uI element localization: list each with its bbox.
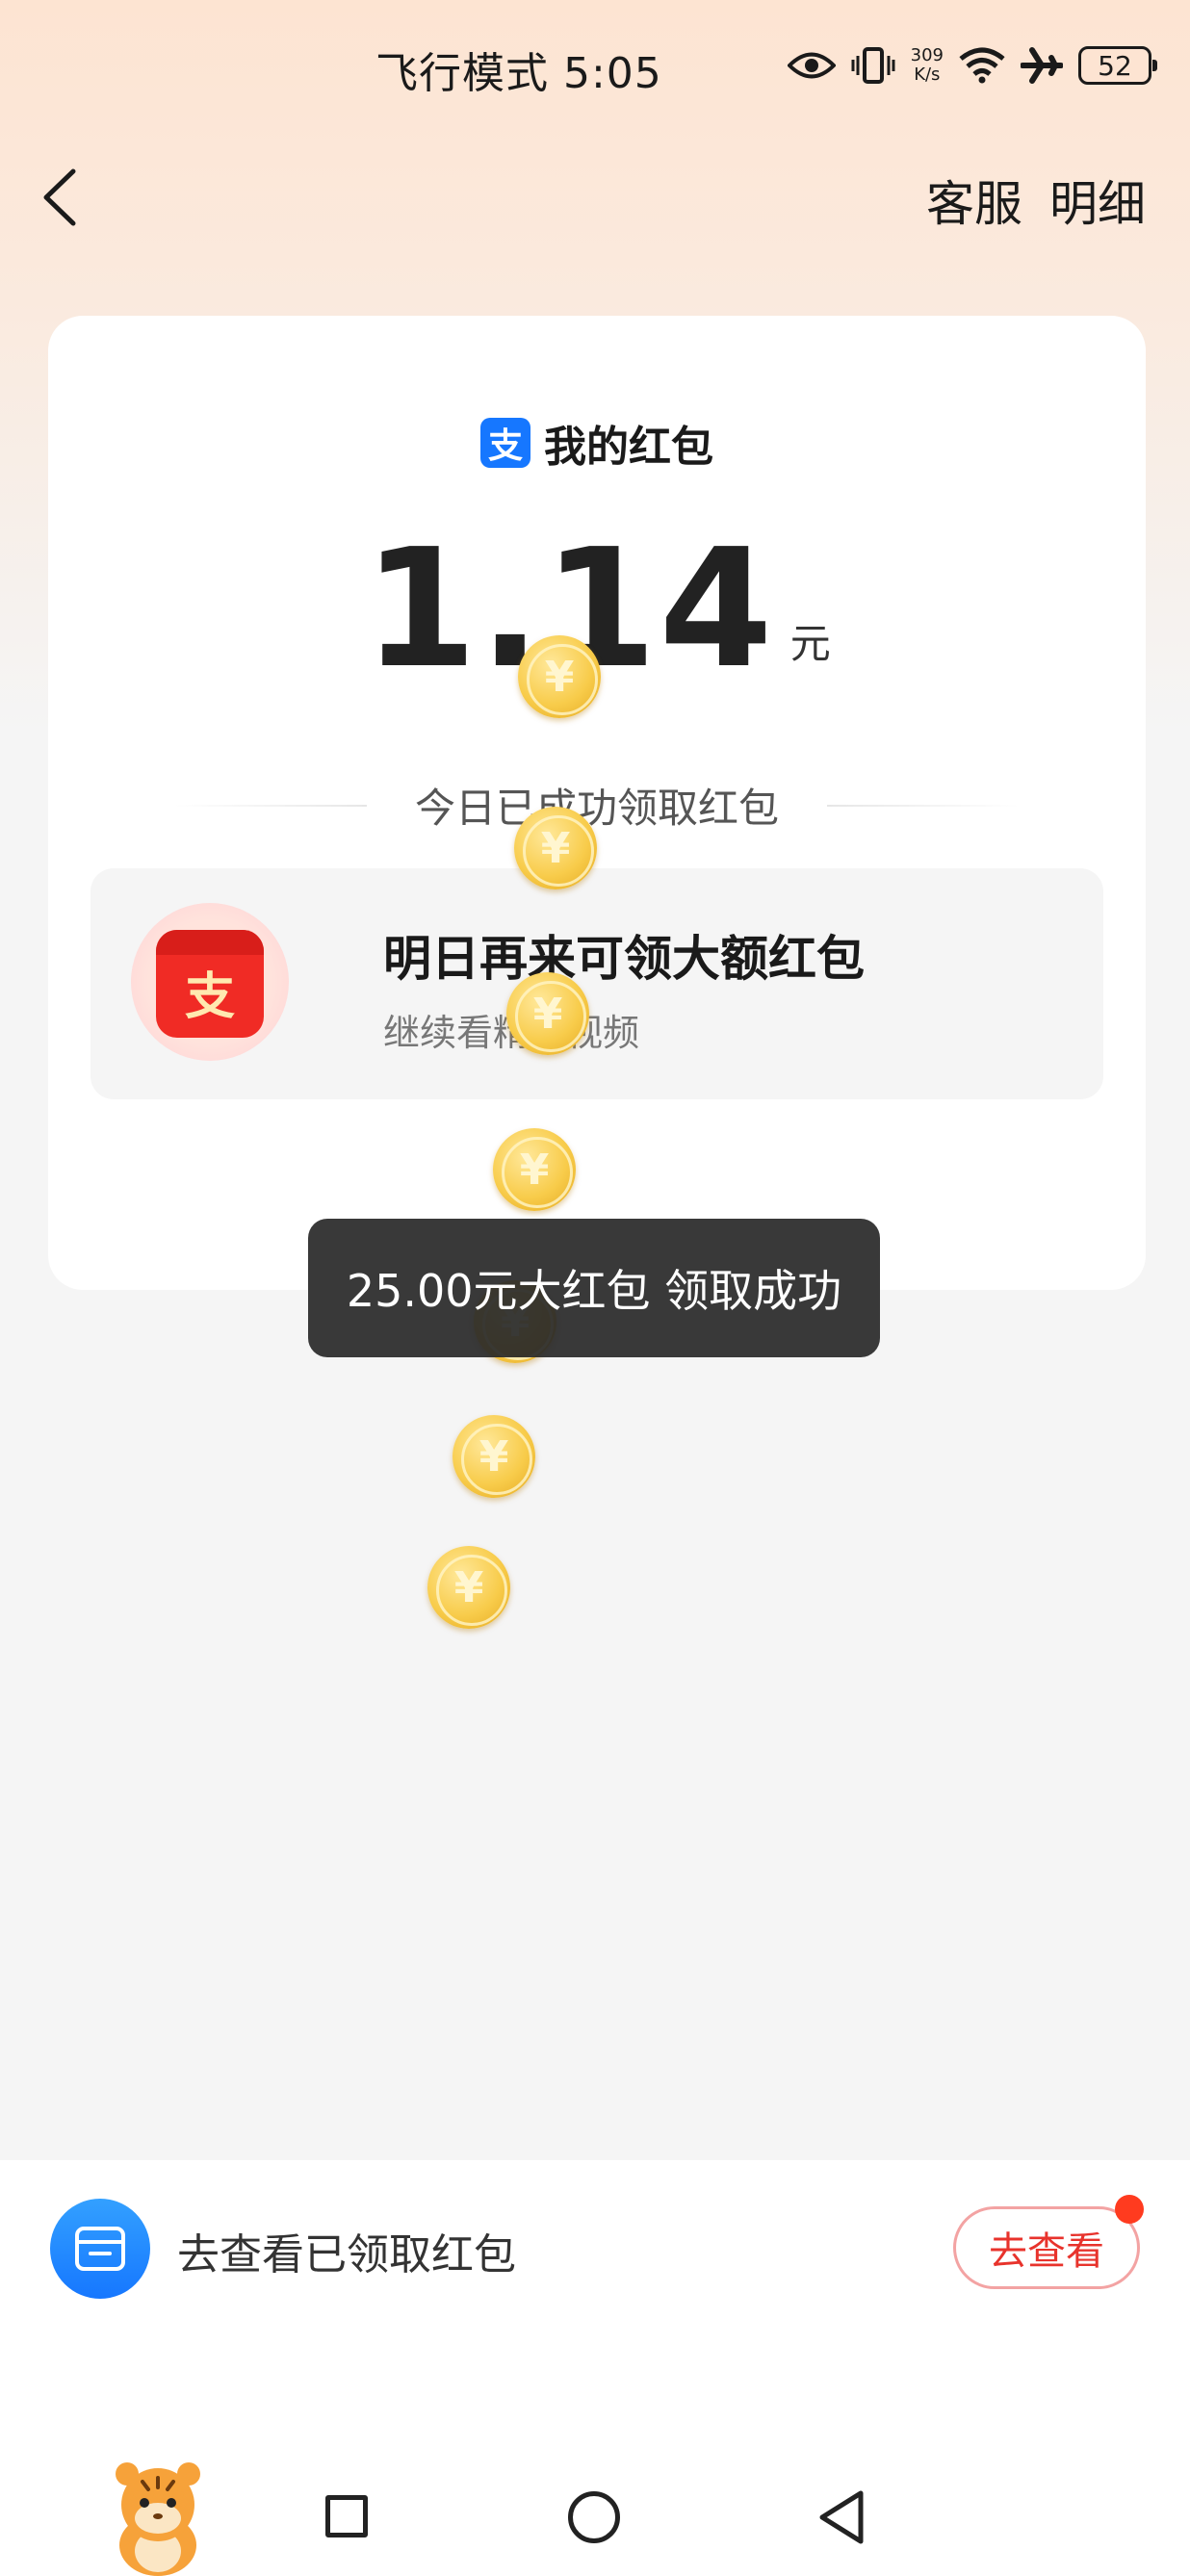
net-speed-value: 309 [910, 45, 944, 65]
home-button[interactable] [568, 2491, 620, 2543]
battery-icon: 52 [1078, 46, 1157, 85]
coin-icon: ¥ [506, 972, 589, 1055]
eye-icon [787, 49, 836, 82]
recent-apps-button[interactable] [325, 2495, 368, 2537]
coin-icon: ¥ [514, 807, 597, 889]
chevron-left-icon [43, 168, 76, 226]
coin-icon: ¥ [453, 1415, 535, 1498]
vibrate-icon [851, 46, 895, 85]
details-link[interactable]: 明细 [1049, 166, 1146, 235]
divider-text: 今日已成功领取红包 [414, 785, 779, 832]
red-packet-card: 支 我的红包 1.14 元 今日已成功领取红包 支 明日再来可领大额红包 继续看… [48, 316, 1146, 1290]
status-time: 飞行模式 5:05 [375, 49, 662, 98]
success-toast: 25.00元大红包 领取成功 [308, 1219, 880, 1357]
airplane-icon [1021, 46, 1063, 85]
card-header: 支 我的红包 [48, 412, 1146, 474]
wallet-icon [50, 2199, 150, 2299]
amount-unit: 元 [789, 620, 831, 667]
tiger-mascot-icon[interactable] [104, 2460, 212, 2576]
promo-banner[interactable]: 支 明日再来可领大额红包 继续看精彩视频 [91, 868, 1103, 1099]
status-icons: 309 K/s 52 [787, 39, 1157, 92]
wifi-icon [959, 47, 1005, 84]
coin-icon: ¥ [427, 1546, 510, 1629]
system-nav-bar [0, 2445, 1190, 2576]
divider-line-left [173, 804, 367, 807]
divider-line-right [827, 804, 1020, 807]
back-button[interactable] [35, 164, 92, 231]
divider-row: 今日已成功领取红包 [48, 776, 1146, 835]
envelope-char: 支 [184, 967, 235, 1026]
card-title: 我的红包 [544, 423, 713, 472]
received-packets-label: 去查看已领取红包 [177, 2230, 516, 2280]
alipay-logo-icon: 支 [480, 418, 530, 468]
go-view-button[interactable]: 去查看 [953, 2206, 1140, 2289]
nav-actions: 客服 明细 [926, 166, 1146, 235]
status-bar: 飞行模式 5:05 309 K/s 52 [0, 0, 1190, 135]
net-speed: 309 K/s [911, 46, 944, 85]
system-back-button[interactable] [815, 2487, 868, 2547]
net-speed-unit: K/s [914, 64, 941, 85]
coin-icon: ¥ [493, 1128, 576, 1211]
coin-icon: ¥ [518, 635, 601, 718]
red-envelope-icon: 支 [131, 903, 289, 1061]
promo-title: 明日再来可领大额红包 [383, 931, 865, 987]
notification-dot [1115, 2195, 1144, 2224]
customer-service-link[interactable]: 客服 [926, 166, 1022, 235]
